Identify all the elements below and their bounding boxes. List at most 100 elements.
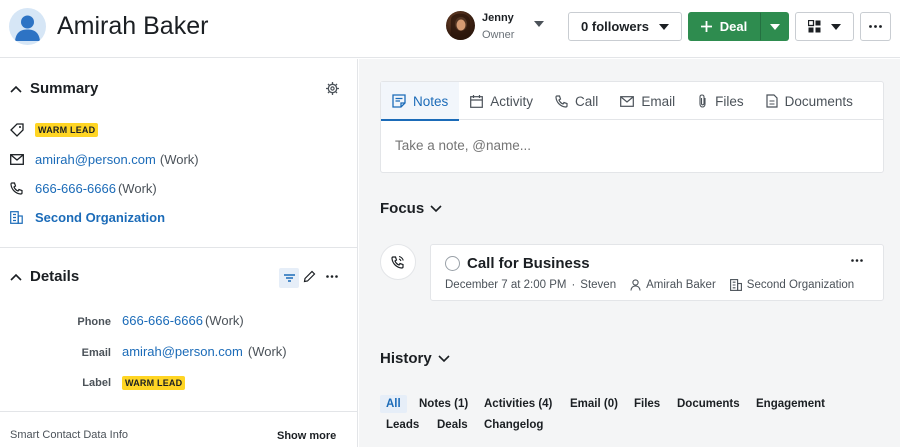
activity-card[interactable]: Call for Business December 7 at 2:00 PM … xyxy=(430,244,884,301)
deal-options-button[interactable] xyxy=(760,12,789,41)
details-title: Details xyxy=(30,268,80,285)
chevron-down-icon xyxy=(534,21,544,27)
chevron-down-icon xyxy=(658,23,669,30)
history-filter-email[interactable]: Email (0) xyxy=(564,395,624,413)
warm-lead-badge[interactable]: WARM LEAD xyxy=(122,376,186,390)
summary-phone-type: (Work) xyxy=(117,181,157,196)
activity-person-chip[interactable]: Amirah Baker xyxy=(630,279,716,291)
show-more-button[interactable]: Show more xyxy=(277,430,336,442)
more-dots-icon[interactable] xyxy=(326,275,338,278)
tab-activity-label: Activity xyxy=(490,93,534,109)
mark-done-checkbox[interactable] xyxy=(445,256,460,271)
history-section-toggle[interactable]: History xyxy=(380,350,450,367)
filter-icon[interactable] xyxy=(279,268,299,288)
chevron-down-icon xyxy=(831,23,841,30)
activity-organization-chip[interactable]: Second Organization xyxy=(729,279,855,291)
summary-email-link[interactable]: amirah@person.com xyxy=(35,152,156,167)
tab-notes-label: Notes xyxy=(413,93,449,109)
smart-contact-data-title: Smart Contact Data Info xyxy=(10,429,128,441)
more-actions-button[interactable] xyxy=(860,12,891,41)
activity-type-badge xyxy=(380,244,416,280)
building-icon xyxy=(729,279,742,291)
person-header: Amirah Baker Jenny Owner 0 followers Dea… xyxy=(0,0,900,58)
section-divider xyxy=(0,411,358,412)
activity-title[interactable]: Call for Business xyxy=(467,255,590,272)
envelope-icon xyxy=(10,154,24,165)
phone-icon xyxy=(10,182,24,195)
building-icon xyxy=(10,211,24,224)
tab-call[interactable]: Call xyxy=(544,82,609,120)
tab-files[interactable]: Files xyxy=(686,82,755,120)
note-composer: Notes Activity Call Email Files Document… xyxy=(380,81,884,173)
person-name: Amirah Baker xyxy=(57,12,209,40)
details-email-label: Email xyxy=(81,347,111,359)
tab-activity[interactable]: Activity xyxy=(459,82,544,120)
history-filter-engagement[interactable]: Engagement xyxy=(750,395,831,413)
history-filter-all[interactable]: All xyxy=(380,395,407,413)
chevron-down-icon xyxy=(430,204,442,213)
left-sidebar: Summary WARM LEAD amirah@person.com (Wor… xyxy=(0,59,358,447)
summary-phone-row: 666-666-6666 (Work) xyxy=(10,181,157,196)
details-phone-value: 666-666-6666 (Work) xyxy=(122,313,244,328)
gear-icon[interactable] xyxy=(326,82,339,95)
chevron-up-icon xyxy=(10,85,22,93)
section-divider xyxy=(0,247,358,248)
owner-name: Jenny xyxy=(482,12,514,24)
history-filter-leads[interactable]: Leads xyxy=(380,416,425,434)
history-filter-files[interactable]: Files xyxy=(628,395,666,413)
view-layout-button[interactable] xyxy=(795,12,854,41)
history-filter-deals[interactable]: Deals xyxy=(431,416,474,434)
tab-documents[interactable]: Documents xyxy=(755,82,864,120)
activity-person: Amirah Baker xyxy=(646,279,716,291)
person-icon xyxy=(630,279,641,291)
grid-view-icon xyxy=(808,20,821,33)
note-input[interactable] xyxy=(395,138,865,153)
activity-datetime: December 7 at 2:00 PM xyxy=(445,279,567,291)
details-email-type: (Work) xyxy=(247,344,287,359)
owner-role: Owner xyxy=(482,29,515,41)
phone-call-icon xyxy=(391,255,405,269)
activity-meta: December 7 at 2:00 PM · Steven Amirah Ba… xyxy=(445,279,854,291)
tab-notes[interactable]: Notes xyxy=(381,82,460,121)
paperclip-icon xyxy=(697,94,708,108)
add-deal-button[interactable]: Deal xyxy=(688,12,760,41)
chevron-down-icon xyxy=(438,354,450,363)
summary-phone-link[interactable]: 666-666-6666 xyxy=(35,181,116,196)
details-label-value: WARM LEAD xyxy=(122,376,186,390)
document-icon xyxy=(765,94,778,108)
tab-documents-label: Documents xyxy=(784,93,853,109)
history-title: History xyxy=(380,350,432,367)
details-section-toggle[interactable]: Details xyxy=(10,268,79,285)
person-avatar-icon xyxy=(9,8,46,45)
summary-email-row: amirah@person.com (Work) xyxy=(10,152,199,167)
summary-label-row: WARM LEAD xyxy=(10,123,99,137)
summary-title: Summary xyxy=(30,80,99,97)
history-filter-changelog[interactable]: Changelog xyxy=(478,416,549,434)
owner-selector[interactable]: Jenny Owner xyxy=(446,10,552,42)
details-phone-link[interactable]: 666-666-6666 xyxy=(122,313,203,328)
details-phone-label: Phone xyxy=(77,316,111,328)
warm-lead-badge[interactable]: WARM LEAD xyxy=(35,123,99,137)
activity-organization: Second Organization xyxy=(746,279,855,291)
followers-button[interactable]: 0 followers xyxy=(568,12,682,41)
note-icon xyxy=(392,94,406,108)
pencil-icon[interactable] xyxy=(303,270,316,283)
summary-organization-row: Second Organization xyxy=(10,210,165,225)
tab-email[interactable]: Email xyxy=(609,82,686,120)
chevron-down-icon xyxy=(769,23,780,30)
details-email-value: amirah@person.com (Work) xyxy=(122,344,287,359)
focus-section-toggle[interactable]: Focus xyxy=(380,200,442,217)
history-filter-documents[interactable]: Documents xyxy=(671,395,746,413)
focus-title: Focus xyxy=(380,200,425,217)
tag-icon xyxy=(10,123,24,137)
history-filter-notes[interactable]: Notes (1) xyxy=(413,395,474,413)
more-dots-icon[interactable] xyxy=(851,259,863,262)
summary-email-type: (Work) xyxy=(159,152,199,167)
summary-section-toggle[interactable]: Summary xyxy=(10,80,98,97)
details-phone-type: (Work) xyxy=(204,313,244,328)
summary-organization-link[interactable]: Second Organization xyxy=(35,210,165,225)
history-filter-activities[interactable]: Activities (4) xyxy=(478,395,558,413)
main-content: Notes Activity Call Email Files Document… xyxy=(359,59,900,447)
details-email-link[interactable]: amirah@person.com xyxy=(122,344,243,359)
more-dots-icon xyxy=(869,25,882,28)
